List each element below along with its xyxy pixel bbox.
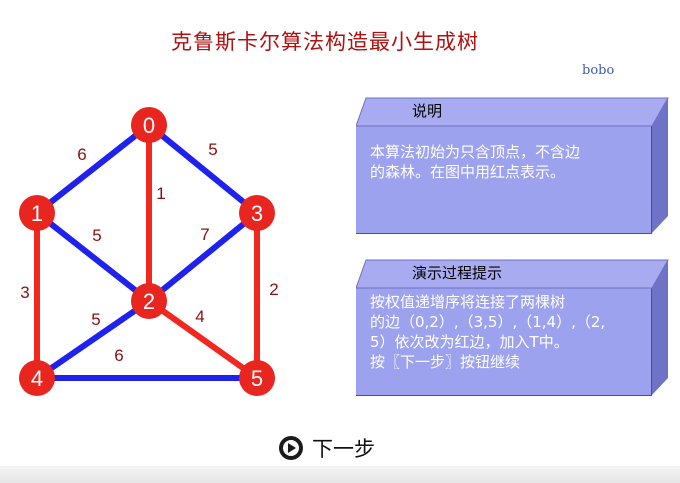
hint-panel-title: 演示过程提示	[412, 264, 503, 282]
edge-weight-2-4: 5	[91, 310, 100, 329]
node-label: 2	[143, 289, 155, 314]
edge-weight-4-5: 6	[114, 346, 123, 365]
node-1: 1	[19, 195, 55, 231]
edge-weight-0-1: 6	[77, 145, 86, 164]
edges-layer	[34, 122, 260, 381]
play-circle-icon	[279, 436, 303, 460]
node-label: 1	[31, 201, 43, 226]
edge-weight-3-5: 2	[269, 280, 278, 299]
graph-canvas: 6 515 73 25 46 01234 5	[19, 107, 279, 396]
edge-weight-1-2: 5	[92, 226, 101, 245]
explain-panel-title: 说明	[412, 102, 443, 120]
node-5: 5	[239, 360, 275, 396]
node-0: 0	[131, 107, 167, 143]
next-step-label: 下一步	[312, 437, 375, 461]
node-label: 3	[251, 201, 263, 226]
next-step-button[interactable]: 下一步	[278, 434, 375, 462]
node-3: 3	[239, 195, 275, 231]
bottom-bar	[0, 466, 680, 483]
node-2: 2	[131, 283, 167, 319]
edge-weight-0-2: 1	[156, 184, 165, 203]
edge-weight-2-5: 4	[195, 307, 204, 326]
node-label: 4	[31, 366, 43, 391]
edge-weight-3-2: 7	[200, 225, 209, 244]
node-4: 4	[19, 360, 55, 396]
edge-weight-0-3: 5	[208, 140, 217, 159]
edge-weight-1-4: 3	[20, 283, 29, 302]
node-label: 0	[143, 113, 155, 138]
edge-0-1	[35, 122, 151, 216]
node-label: 5	[251, 366, 263, 391]
